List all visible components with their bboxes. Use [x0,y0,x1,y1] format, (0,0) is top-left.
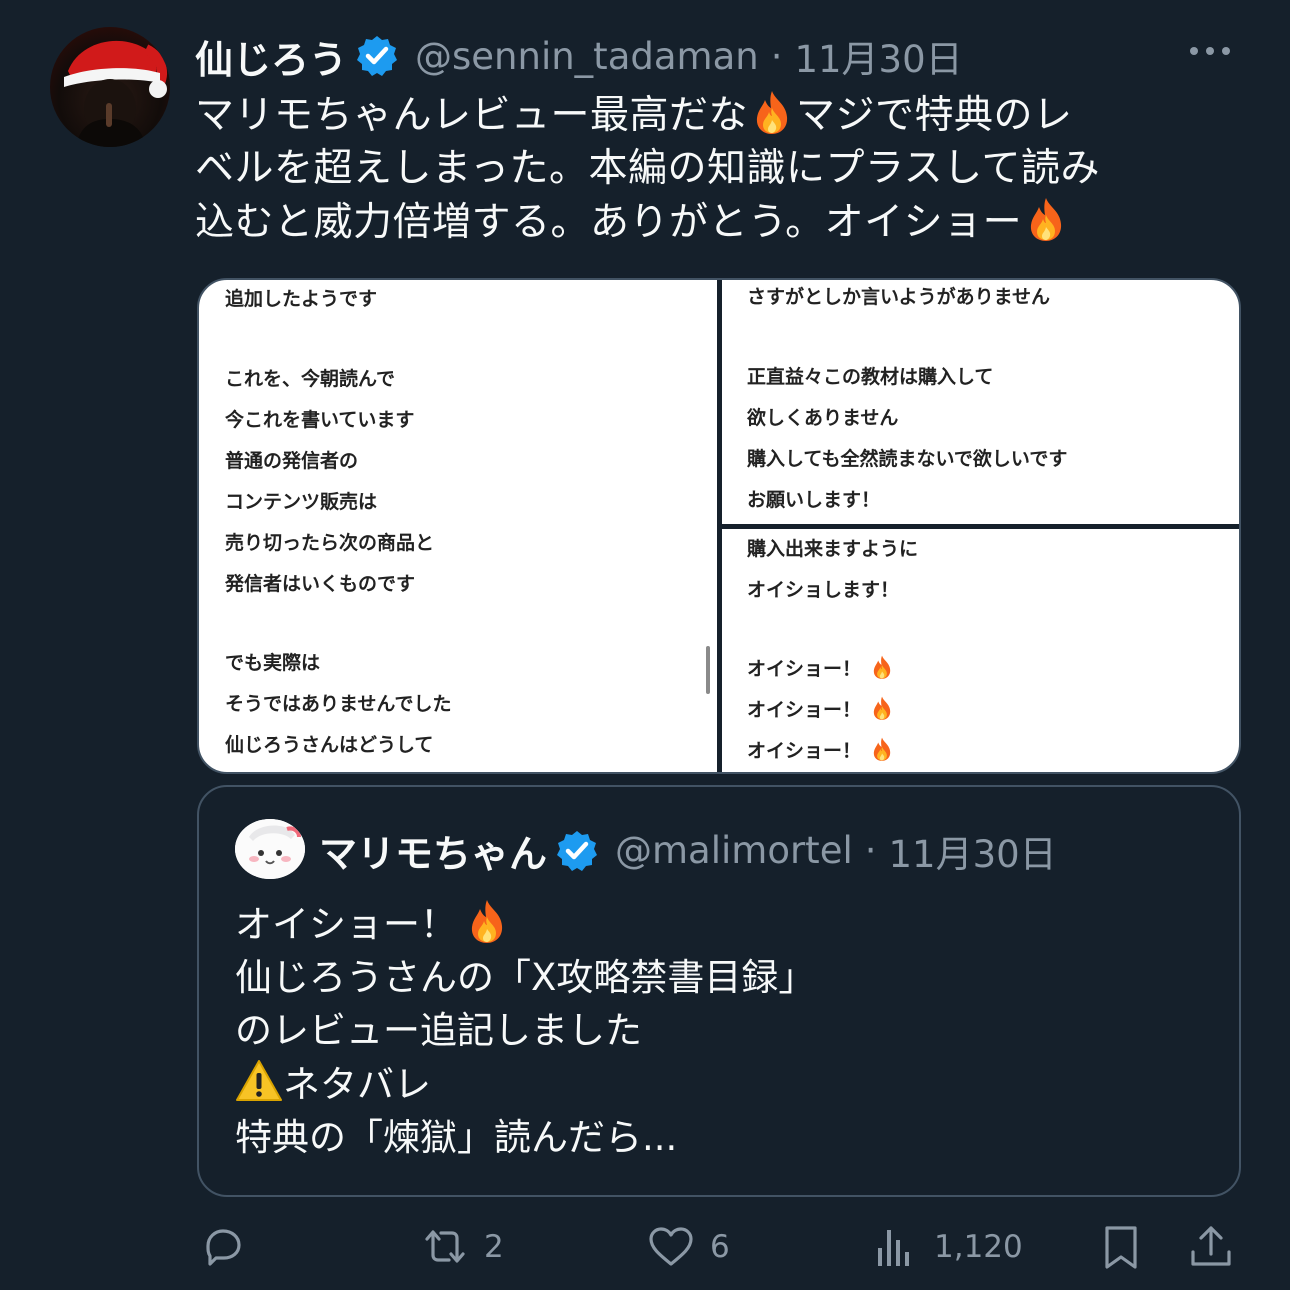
retweet-button[interactable]: 2 [420,1222,504,1272]
retweet-icon [425,1230,465,1263]
verified-badge-icon [555,829,599,873]
image-text-line: 購入しても全然読まないで欲しいです [747,448,1068,470]
quoted-tweet-header: マリモちゃん @malimortel · 11月30日 [319,823,1057,878]
tweet-text-line: 込むと威力倍増する。ありがとう。オイショー [195,200,1023,245]
fire-emoji-icon [748,88,796,136]
image-text-line: オイショー！ [747,740,862,762]
reply-button[interactable] [198,1222,262,1272]
tweet-text-line: ベルを超えしまった。本編の知識にプラスして読み [195,146,1100,191]
heart-icon [649,1227,693,1266]
image-text-line: そうではありませんでした [225,693,452,715]
tweet-text-line: マジで特典のレ [796,93,1073,138]
views-count: 1,120 [934,1229,1023,1265]
share-icon [1191,1226,1231,1266]
fire-emoji-icon [1022,195,1070,243]
image-scrollbar [706,646,710,694]
fire-emoji-icon [463,897,511,945]
author-name[interactable]: 仙じろう [195,29,347,84]
more-options-icon[interactable] [1186,36,1234,66]
marimo-avatar-image [235,819,305,879]
image-text-line: オイショします！ [747,579,900,601]
share-button[interactable] [1186,1222,1236,1272]
image-text-line: 仙じろうさんはどうして [225,734,434,756]
bookmark-icon [1105,1226,1137,1269]
image-text-line: 今これを書いています [225,409,415,431]
tweet-date[interactable]: 11月30日 [794,29,962,83]
image-text-line: 追加したようです [225,288,378,310]
retweet-count: 2 [484,1229,504,1265]
author-handle[interactable]: @sennin_tadaman [415,35,759,78]
image-text-line: 正直益々この教材は購入して [747,366,994,388]
image-text-line: 欲しくありません [747,407,899,429]
quoted-text-line: 仙じろうさんの「X攻略禁書目録」 [235,956,816,999]
verified-badge-icon [355,34,399,78]
quoted-header-separator: · [864,829,877,872]
quoted-text-line: 特典の「煉獄」読んだら... [235,1116,678,1159]
image-text-line: コンテンツ販売は [225,491,378,513]
quoted-text-line: ネタバレ [283,1063,431,1106]
warning-icon [236,1060,282,1101]
quoted-tweet-date[interactable]: 11月30日 [889,824,1057,878]
author-avatar[interactable] [50,27,170,147]
views-icon [878,1230,909,1266]
tweet-media-grid[interactable]: 追加したようです これを、今朝読んで 今これを書いています 普通の発信者の コン… [197,278,1241,774]
quoted-tweet[interactable]: マリモちゃん @malimortel · 11月30日 オイショー！ 仙じろうさ… [197,785,1241,1197]
fire-emoji-icon [869,736,895,762]
image-text-line: 購入出来ますように [747,538,919,560]
header-separator: · [770,34,783,78]
tweet-text: マリモちゃんレビュー最高だな マジで特典のレ ベルを超えしまった。本編の知識にプラ… [195,88,1255,249]
quoted-author-handle[interactable]: @malimortel [615,829,853,872]
fire-emoji-icon [869,654,895,680]
santa-avatar-image [64,40,167,147]
fire-emoji-icon [869,695,895,721]
reply-icon [206,1229,241,1266]
bookmark-button[interactable] [1096,1222,1146,1272]
quoted-text-line: オイショー！ [235,903,457,946]
tweet-header: 仙じろう @sennin_tadaman · 11月30日 [195,28,963,84]
tweet-action-bar: 2 6 1,120 [0,1222,1290,1282]
image-text-line: 売り切ったら次の商品と [225,532,435,554]
image-text-line: でも実際は [225,652,321,674]
image-text-line: 普通の発信者の [225,450,359,472]
image-text-line: これを、今朝読んで [225,368,396,390]
views-button[interactable]: 1,120 [870,1222,1023,1272]
image-text-line: さすがとしか言いようがありません [747,286,1051,308]
image-text-line: オイショー！ [747,699,862,721]
image-text-line: 発信者はいくものです [225,573,416,595]
like-count: 6 [710,1229,730,1265]
like-button[interactable]: 6 [646,1222,730,1272]
quoted-text-line: のレビュー追記しました [235,1009,642,1052]
quoted-author-name[interactable]: マリモちゃん [319,823,547,878]
media-divider [722,524,1239,529]
image-text-line: オイショー！ [747,658,862,680]
image-text-line: お願いします！ [747,489,881,511]
tweet-text-line: マリモちゃんレビュー最高だな [195,93,749,138]
quoted-author-avatar[interactable] [235,819,305,879]
quoted-tweet-text: オイショー！ 仙じろうさんの「X攻略禁書目録」 のレビュー追記しました ネタバレ… [235,897,815,1164]
